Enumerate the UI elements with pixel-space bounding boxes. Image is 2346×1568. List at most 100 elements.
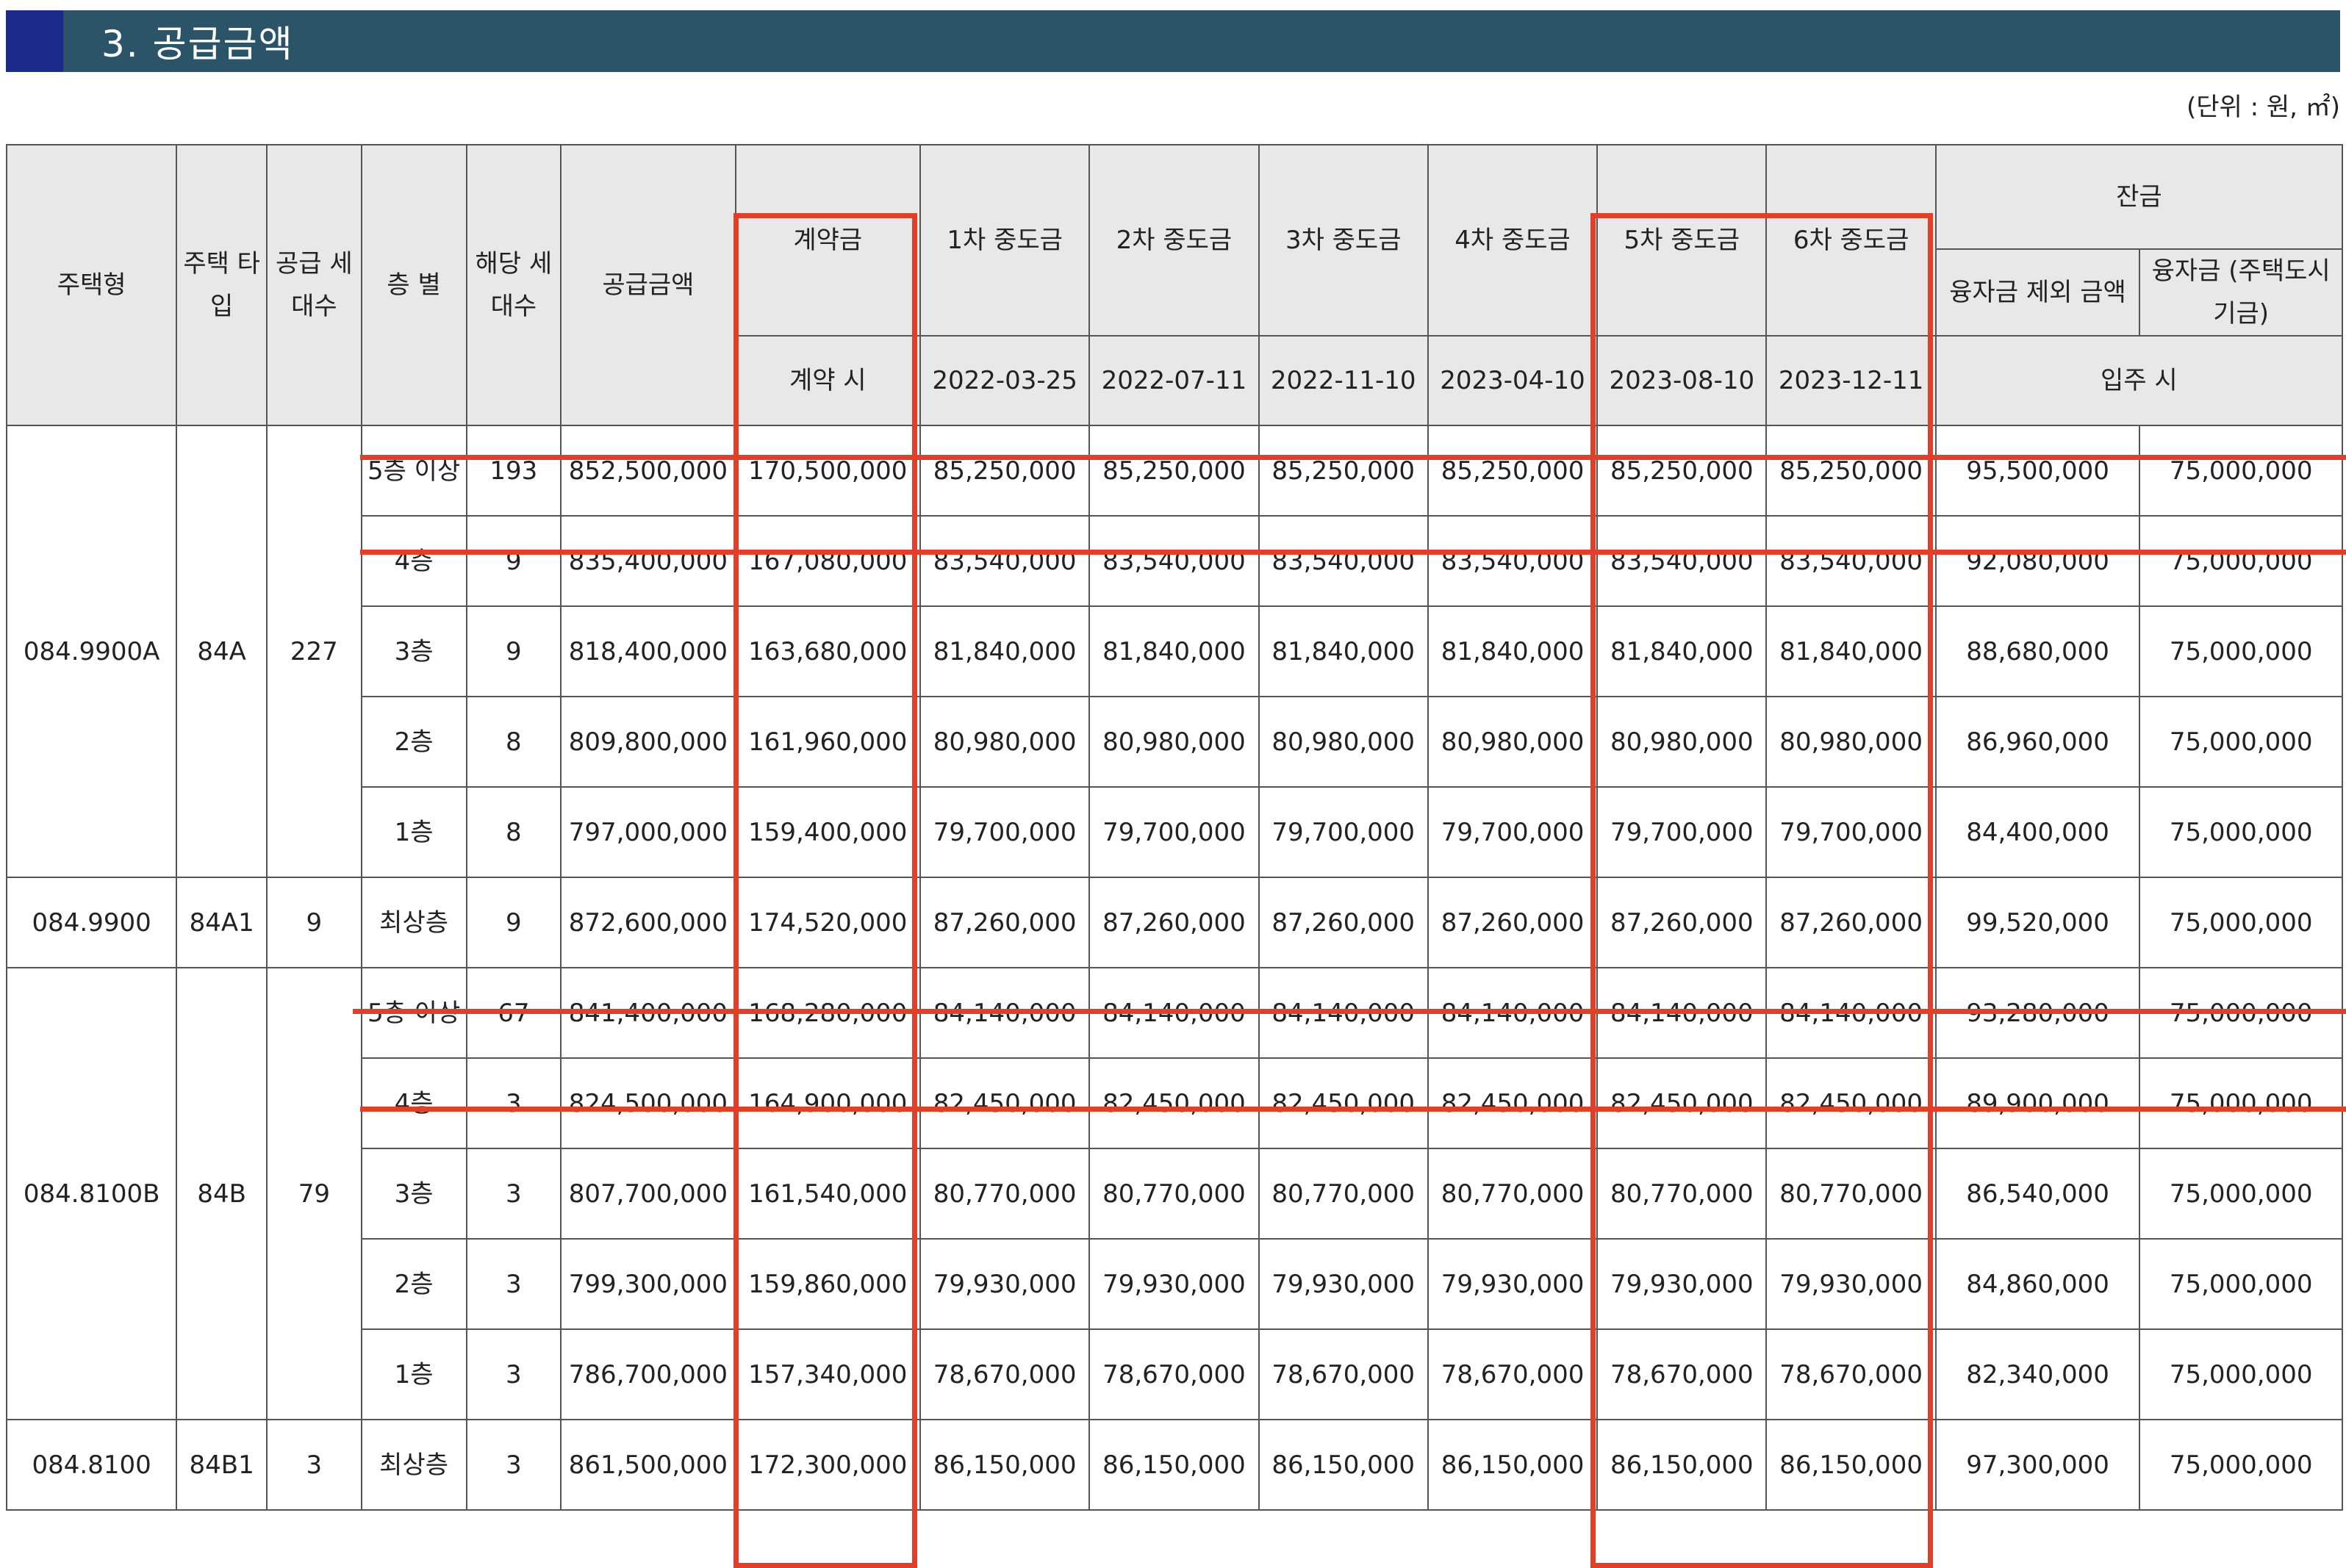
table-header: 주택형 주택 타입 공급 세대수 층 별 해당 세대수 공급금액 계약금 1차 … (5, 144, 2344, 426)
cell-supply-price: 799,300,000 (560, 1238, 736, 1330)
cell-housing-type: 084.9900A (5, 425, 178, 878)
cell-interim-5: 79,930,000 (1596, 1238, 1768, 1330)
header-balance-loan: 융자금 (주택도시기금) (2139, 248, 2343, 337)
cell-units: 9 (465, 877, 562, 968)
cell-supply-price: 861,500,000 (560, 1419, 736, 1511)
header-deposit: 계약금 (734, 144, 921, 337)
cell-interim-6: 84,140,000 (1765, 967, 1937, 1059)
cell-balance-loan: 75,000,000 (2139, 515, 2343, 607)
cell-deposit: 157,340,000 (734, 1328, 921, 1420)
cell-interim-2: 85,250,000 (1088, 425, 1260, 517)
cell-interim-6: 83,540,000 (1765, 515, 1937, 607)
cell-interim-3: 87,260,000 (1258, 877, 1429, 968)
header-supply-units: 공급 세대수 (265, 144, 362, 426)
cell-units: 3 (465, 1419, 562, 1511)
cell-balance-excl-loan: 93,280,000 (1934, 967, 2141, 1059)
cell-interim-5: 80,980,000 (1596, 696, 1768, 788)
cell-interim-4: 83,540,000 (1427, 515, 1599, 607)
cell-units: 9 (465, 605, 562, 697)
section-title: 3. 공급금액 (101, 23, 294, 65)
header-interim-2: 2차 중도금 (1088, 144, 1260, 337)
cell-supply-price: 841,400,000 (560, 967, 736, 1059)
header-housing-subtype: 주택 타입 (176, 144, 268, 426)
cell-interim-5: 86,150,000 (1596, 1419, 1768, 1511)
cell-units: 3 (465, 1328, 562, 1420)
cell-housing-subtype: 84B (176, 967, 268, 1420)
cell-interim-1: 82,450,000 (919, 1057, 1091, 1149)
cell-floor: 최상층 (360, 877, 467, 968)
cell-interim-3: 81,840,000 (1258, 605, 1429, 697)
header-balance-date: 입주 시 (1934, 335, 2344, 426)
table-row: 084.8100 84B1 3 최상층 3 861,500,000 172,300,000 8… (5, 1419, 2343, 1511)
title-accent-block (6, 10, 63, 72)
cell-interim-1: 79,930,000 (919, 1238, 1091, 1330)
supply-price-table: 주택형 주택 타입 공급 세대수 층 별 해당 세대수 공급금액 계약금 1차 … (5, 144, 2344, 1511)
cell-housing-type: 084.9900 (5, 877, 178, 968)
cell-interim-2: 79,700,000 (1088, 786, 1260, 878)
cell-interim-1: 83,540,000 (919, 515, 1091, 607)
cell-interim-4: 79,700,000 (1427, 786, 1599, 878)
cell-units: 193 (465, 425, 562, 517)
cell-interim-1: 87,260,000 (919, 877, 1091, 968)
cell-interim-6: 81,840,000 (1765, 605, 1937, 697)
unit-note: (단위 : 원, ㎡) (2186, 93, 2340, 122)
table-row: 084.9900 84A1 9 최상층 9 872,600,000 174,520,000 8… (5, 877, 2343, 968)
cell-interim-4: 82,450,000 (1427, 1057, 1599, 1149)
cell-interim-5: 82,450,000 (1596, 1057, 1768, 1149)
cell-interim-6: 78,670,000 (1765, 1328, 1937, 1420)
cell-interim-3: 85,250,000 (1258, 425, 1429, 517)
header-interim-4: 4차 중도금 (1427, 144, 1599, 337)
cell-supply-price: 835,400,000 (560, 515, 736, 607)
cell-interim-6: 85,250,000 (1765, 425, 1937, 517)
cell-interim-1: 81,840,000 (919, 605, 1091, 697)
cell-housing-subtype: 84A (176, 425, 268, 878)
cell-deposit: 167,080,000 (734, 515, 921, 607)
cell-floor: 3층 (360, 1148, 467, 1240)
cell-interim-6: 79,930,000 (1765, 1238, 1937, 1330)
header-floor: 층 별 (360, 144, 467, 426)
cell-interim-3: 84,140,000 (1258, 967, 1429, 1059)
cell-interim-3: 80,770,000 (1258, 1148, 1429, 1240)
cell-supply-price: 786,700,000 (560, 1328, 736, 1420)
cell-housing-subtype: 84A1 (176, 877, 268, 968)
cell-units: 3 (465, 1057, 562, 1149)
cell-floor: 3층 (360, 605, 467, 697)
cell-units: 9 (465, 515, 562, 607)
cell-interim-6: 82,450,000 (1765, 1057, 1937, 1149)
header-balance-excl-loan: 융자금 제외 금액 (1934, 248, 2141, 337)
cell-interim-2: 86,150,000 (1088, 1419, 1260, 1511)
cell-balance-loan: 75,000,000 (2139, 425, 2343, 517)
cell-floor: 5층 이상 (360, 425, 467, 517)
cell-floor: 2층 (360, 696, 467, 788)
cell-interim-2: 87,260,000 (1088, 877, 1260, 968)
cell-housing-type: 084.8100B (5, 967, 178, 1420)
cell-interim-3: 83,540,000 (1258, 515, 1429, 607)
cell-supply-units: 79 (265, 967, 362, 1420)
table-row: 084.8100B 84B 79 5층 이상 67 841,400,000 168,280,… (5, 967, 2343, 1420)
cell-interim-3: 82,450,000 (1258, 1057, 1429, 1149)
header-units: 해당 세대수 (465, 144, 562, 426)
cell-floor: 2층 (360, 1238, 467, 1330)
cell-floor: 1층 (360, 1328, 467, 1420)
cell-housing-type: 084.8100 (5, 1419, 178, 1511)
cell-interim-6: 80,770,000 (1765, 1148, 1937, 1240)
cell-floor: 1층 (360, 786, 467, 878)
cell-balance-loan: 75,000,000 (2139, 605, 2343, 697)
cell-interim-1: 80,980,000 (919, 696, 1091, 788)
cell-interim-4: 80,770,000 (1427, 1148, 1599, 1240)
cell-deposit: 172,300,000 (734, 1419, 921, 1511)
cell-supply-price: 824,500,000 (560, 1057, 736, 1149)
cell-deposit: 163,680,000 (734, 605, 921, 697)
cell-interim-5: 83,540,000 (1596, 515, 1768, 607)
cell-interim-5: 84,140,000 (1596, 967, 1768, 1059)
cell-interim-4: 80,980,000 (1427, 696, 1599, 788)
cell-interim-1: 84,140,000 (919, 967, 1091, 1059)
cell-interim-2: 82,450,000 (1088, 1057, 1260, 1149)
table-row: 084.9900A 84A 227 5층 이상 193 852,500,000 170,50… (5, 425, 2343, 878)
cell-interim-2: 79,930,000 (1088, 1238, 1260, 1330)
cell-interim-1: 86,150,000 (919, 1419, 1091, 1511)
cell-supply-price: 872,600,000 (560, 877, 736, 968)
cell-balance-loan: 75,000,000 (2139, 1148, 2343, 1240)
cell-interim-6: 87,260,000 (1765, 877, 1937, 968)
cell-floor: 4층 (360, 515, 467, 607)
